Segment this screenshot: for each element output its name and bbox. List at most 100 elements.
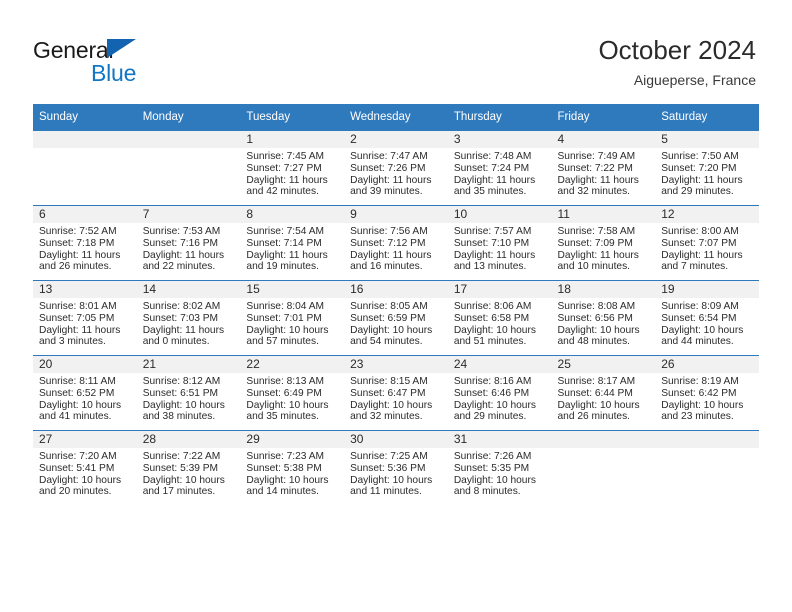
detail-line: and 11 minutes. xyxy=(350,486,422,498)
detail-line: and 51 minutes. xyxy=(453,336,527,348)
detail-line: and 35 minutes. xyxy=(453,186,527,198)
detail-line: and 0 minutes. xyxy=(142,336,210,348)
day-number: 24 xyxy=(447,356,552,373)
day-cell[interactable]: 30 Sunrise: 7:25 AM Sunset: 5:36 PM Dayligh… xyxy=(344,430,448,505)
day-details xyxy=(552,448,656,451)
detail-line: Daylight: 10 hours xyxy=(142,399,225,411)
weekday-header-row: Sunday Monday Tuesday Wednesday Thursday Frid… xyxy=(33,104,759,131)
day-cell[interactable]: 17 Sunrise: 8:06 AM Sunset: 6:58 PM Dayligh… xyxy=(447,280,552,356)
day-cell[interactable]: 7 Sunrise: 7:53 AM Sunset: 7:16 PM Daylight… xyxy=(136,205,241,281)
day-cell[interactable]: 26 Sunrise: 8:19 AM Sunset: 6:42 PM Dayligh… xyxy=(655,355,759,431)
day-details: Sunrise: 8:16 AM Sunset: 6:46 PM Daylight:… xyxy=(448,373,552,423)
day-details: Sunrise: 8:04 AM Sunset: 7:01 PM Daylight:… xyxy=(240,298,344,348)
detail-line: Sunset: 6:47 PM xyxy=(350,387,426,399)
day-details: Sunrise: 8:17 AM Sunset: 6:44 PM Daylight:… xyxy=(552,373,656,423)
day-details: Sunrise: 7:22 AM Sunset: 5:39 PM Daylight:… xyxy=(137,448,241,498)
day-cell[interactable]: 18 Sunrise: 8:08 AM Sunset: 6:56 PM Dayligh… xyxy=(551,280,656,356)
detail-line: and 29 minutes. xyxy=(661,186,734,198)
day-cell[interactable]: 29 Sunrise: 7:23 AM Sunset: 5:38 PM Dayligh… xyxy=(240,430,345,505)
weekday-header-friday: Friday xyxy=(551,104,656,131)
day-cell[interactable]: 31 Sunrise: 7:26 AM Sunset: 5:35 PM Dayligh… xyxy=(447,430,552,505)
day-cell[interactable]: 27 Sunrise: 7:20 AM Sunset: 5:41 PM Dayligh… xyxy=(33,430,137,505)
day-cell[interactable]: 15 Sunrise: 8:04 AM Sunset: 7:01 PM Dayligh… xyxy=(240,280,345,356)
day-cell[interactable]: 13 Sunrise: 8:01 AM Sunset: 7:05 PM Dayligh… xyxy=(33,280,137,356)
day-cell[interactable]: 11 Sunrise: 7:58 AM Sunset: 7:09 PM Dayligh… xyxy=(551,205,656,281)
day-cell[interactable]: 8 Sunrise: 7:54 AM Sunset: 7:14 PM Daylight… xyxy=(240,205,345,281)
day-number: 1 xyxy=(240,131,345,148)
day-details: Sunrise: 8:00 AM Sunset: 7:07 PM Daylight:… xyxy=(655,223,759,273)
day-cell[interactable]: 14 Sunrise: 8:02 AM Sunset: 7:03 PM Dayligh… xyxy=(136,280,241,356)
day-cell-inner: 21 Sunrise: 8:12 AM Sunset: 6:51 PM Dayligh… xyxy=(136,356,241,430)
detail-line: and 41 minutes. xyxy=(39,411,112,423)
detail-line: Sunset: 6:49 PM xyxy=(246,387,322,399)
detail-line: Sunset: 6:52 PM xyxy=(39,387,115,399)
day-cell[interactable]: 22 Sunrise: 8:13 AM Sunset: 6:49 PM Dayligh… xyxy=(240,355,345,431)
day-cell[interactable]: 16 Sunrise: 8:05 AM Sunset: 6:59 PM Dayligh… xyxy=(344,280,448,356)
day-cell[interactable]: 3 Sunrise: 7:48 AM Sunset: 7:24 PM Daylight… xyxy=(447,131,552,206)
day-cell-inner xyxy=(33,131,137,205)
detail-line: and 32 minutes. xyxy=(557,186,631,198)
day-cell[interactable]: 2 Sunrise: 7:47 AM Sunset: 7:26 PM Daylight… xyxy=(344,131,448,206)
day-number: 25 xyxy=(551,356,656,373)
detail-line: and 57 minutes. xyxy=(246,336,319,348)
day-cell[interactable]: 25 Sunrise: 8:17 AM Sunset: 6:44 PM Dayligh… xyxy=(551,355,656,431)
detail-line: Sunset: 6:54 PM xyxy=(661,312,737,324)
detail-line: Sunset: 7:01 PM xyxy=(246,312,322,324)
day-cell-inner: 17 Sunrise: 8:06 AM Sunset: 6:58 PM Dayligh… xyxy=(447,281,552,355)
day-cell[interactable]: 19 Sunrise: 8:09 AM Sunset: 6:54 PM Dayligh… xyxy=(655,280,759,356)
day-details: Sunrise: 8:06 AM Sunset: 6:58 PM Daylight:… xyxy=(448,298,552,348)
day-cell[interactable]: 10 Sunrise: 7:57 AM Sunset: 7:10 PM Dayligh… xyxy=(447,205,552,281)
detail-line: Sunset: 6:44 PM xyxy=(557,387,633,399)
day-cell-inner: 18 Sunrise: 8:08 AM Sunset: 6:56 PM Dayligh… xyxy=(551,281,656,355)
detail-line: Sunset: 7:18 PM xyxy=(39,237,115,249)
detail-line: Sunset: 6:51 PM xyxy=(142,387,219,399)
day-details: Sunrise: 8:15 AM Sunset: 6:47 PM Daylight:… xyxy=(344,373,448,423)
day-number: 15 xyxy=(240,281,345,298)
detail-line: and 8 minutes. xyxy=(453,486,521,498)
detail-line: Daylight: 11 hours xyxy=(453,174,536,186)
day-details xyxy=(655,448,759,451)
day-cell[interactable]: 4 Sunrise: 7:49 AM Sunset: 7:22 PM Daylight… xyxy=(551,131,656,206)
detail-line: Sunrise: 8:00 AM xyxy=(661,226,739,237)
day-number: 29 xyxy=(240,431,345,448)
day-cell-inner xyxy=(655,431,759,505)
detail-line: and 10 minutes. xyxy=(557,261,631,273)
day-number: 22 xyxy=(240,356,345,373)
detail-line: Daylight: 10 hours xyxy=(39,474,122,486)
detail-line: and 23 minutes. xyxy=(661,411,734,423)
day-details: Sunrise: 7:57 AM Sunset: 7:10 PM Daylight:… xyxy=(448,223,552,273)
detail-line: Sunrise: 7:56 AM xyxy=(350,226,428,237)
day-cell[interactable]: 9 Sunrise: 7:56 AM Sunset: 7:12 PM Daylight… xyxy=(344,205,448,281)
detail-line: Sunrise: 7:45 AM xyxy=(246,151,324,162)
day-cell-inner xyxy=(136,131,241,205)
detail-line: Daylight: 10 hours xyxy=(661,399,744,411)
day-cell-inner: 5 Sunrise: 7:50 AM Sunset: 7:20 PM Daylight… xyxy=(655,131,759,205)
empty-day-cell xyxy=(136,131,241,206)
day-cell[interactable]: 12 Sunrise: 8:00 AM Sunset: 7:07 PM Dayligh… xyxy=(655,205,759,281)
day-cell-inner xyxy=(551,431,656,505)
detail-line: Sunrise: 7:58 AM xyxy=(557,226,636,237)
logo-text-blue: Blue xyxy=(91,60,137,86)
day-cell[interactable]: 21 Sunrise: 8:12 AM Sunset: 6:51 PM Dayligh… xyxy=(136,355,241,431)
day-cell[interactable]: 5 Sunrise: 7:50 AM Sunset: 7:20 PM Daylight… xyxy=(655,131,759,206)
detail-line: and 42 minutes. xyxy=(246,186,319,198)
day-cell[interactable]: 6 Sunrise: 7:52 AM Sunset: 7:18 PM Daylight… xyxy=(33,205,137,281)
day-cell-inner: 8 Sunrise: 7:54 AM Sunset: 7:14 PM Daylight… xyxy=(240,206,345,280)
day-cell[interactable]: 1 Sunrise: 7:45 AM Sunset: 7:27 PM Daylight… xyxy=(240,131,345,206)
page-title: October 2024 xyxy=(598,35,756,65)
title-block: October 2024 Aigueperse, France xyxy=(598,34,756,90)
day-cell[interactable]: 28 Sunrise: 7:22 AM Sunset: 5:39 PM Dayligh… xyxy=(136,430,241,505)
detail-line: Sunrise: 8:06 AM xyxy=(453,301,532,312)
day-details: Sunrise: 7:25 AM Sunset: 5:36 PM Daylight:… xyxy=(344,448,448,498)
day-number: 23 xyxy=(344,356,448,373)
day-details: Sunrise: 7:26 AM Sunset: 5:35 PM Daylight:… xyxy=(448,448,552,498)
day-cell-inner: 23 Sunrise: 8:15 AM Sunset: 6:47 PM Dayligh… xyxy=(344,356,448,430)
detail-line: Daylight: 10 hours xyxy=(557,324,640,336)
day-cell[interactable]: 24 Sunrise: 8:16 AM Sunset: 6:46 PM Dayligh… xyxy=(447,355,552,431)
detail-line: Daylight: 11 hours xyxy=(350,249,432,261)
day-cell-inner: 6 Sunrise: 7:52 AM Sunset: 7:18 PM Daylight… xyxy=(33,206,137,280)
day-cell[interactable]: 23 Sunrise: 8:15 AM Sunset: 6:47 PM Dayligh… xyxy=(344,355,448,431)
day-cell[interactable]: 20 Sunrise: 8:11 AM Sunset: 6:52 PM Dayligh… xyxy=(33,355,137,431)
detail-line: Sunrise: 7:20 AM xyxy=(39,451,117,462)
detail-line: Daylight: 11 hours xyxy=(350,174,432,186)
